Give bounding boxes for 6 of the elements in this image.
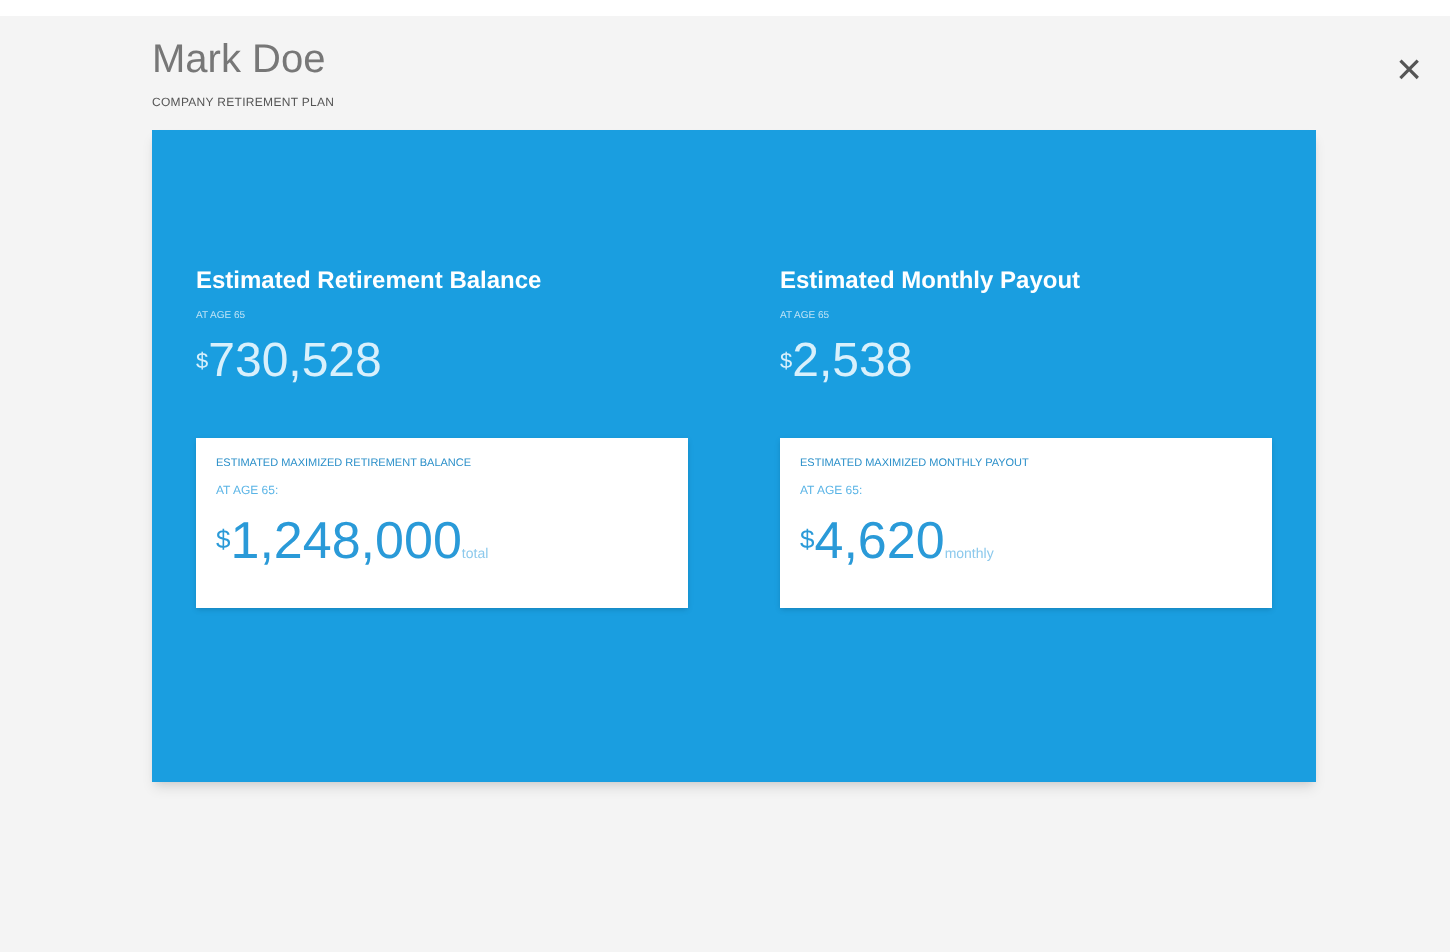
estimate-title: Estimated Monthly Payout [780,264,1081,298]
person-name: Mark Doe [152,36,326,84]
estimate-amount: $730,528 [196,333,382,389]
estimate-amount: $2,538 [780,333,913,389]
estimate-title: Estimated Retirement Balance [196,264,542,298]
close-button[interactable]: × [1396,48,1422,92]
